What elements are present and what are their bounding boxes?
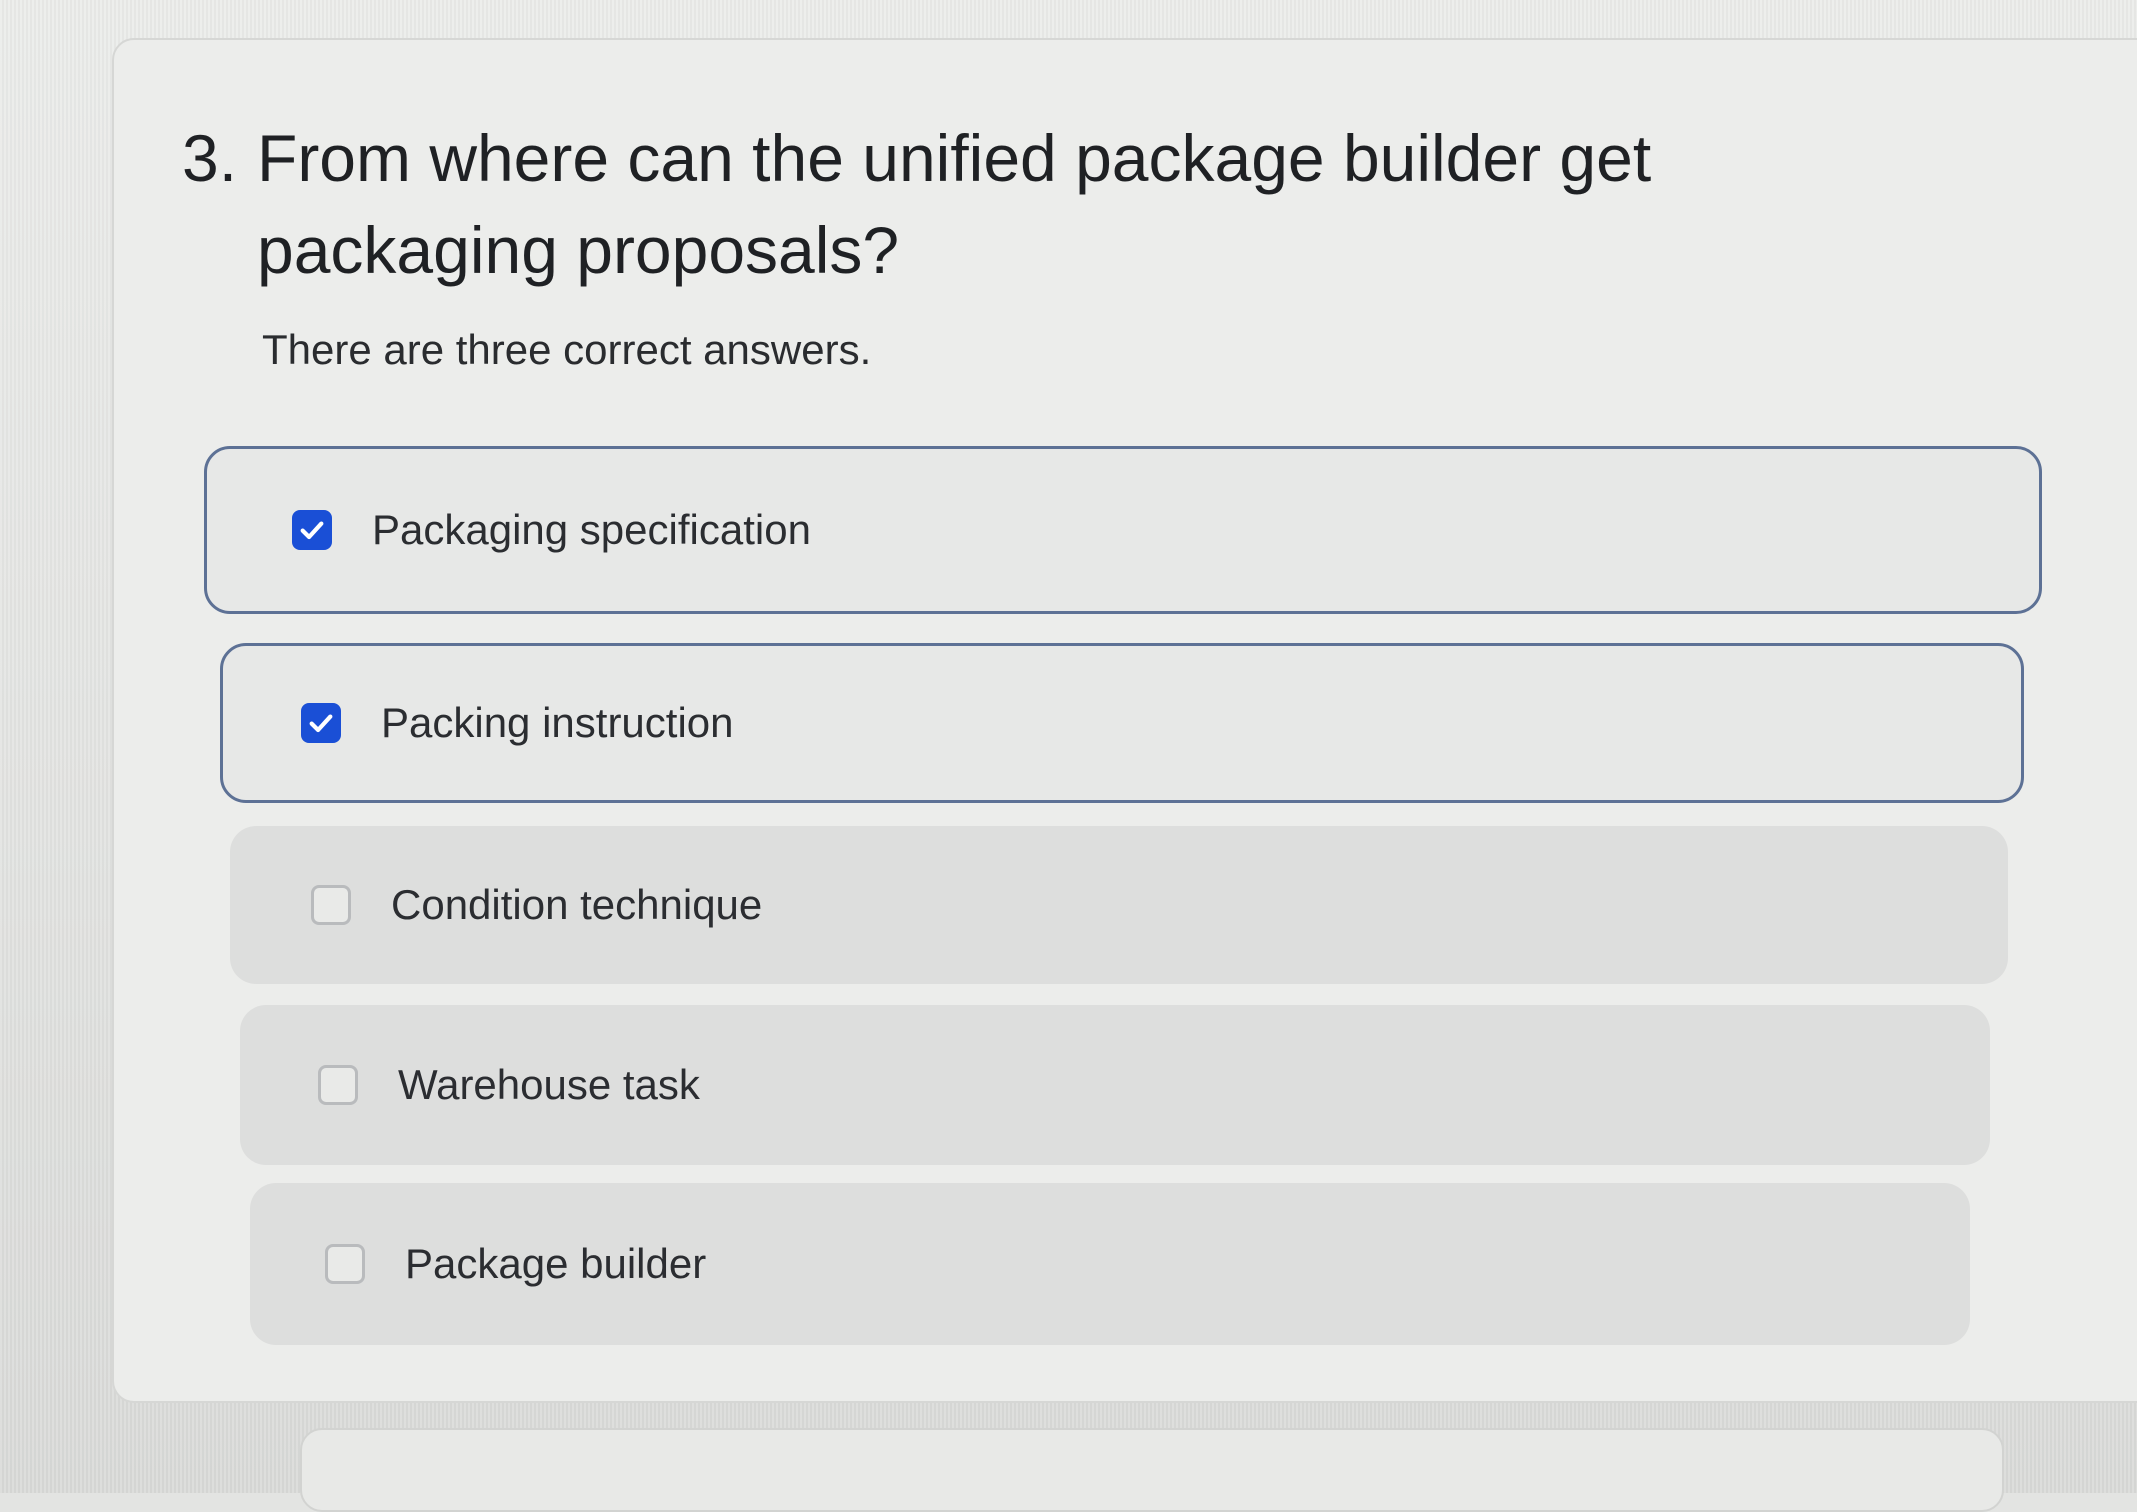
- checkbox-checked[interactable]: [301, 703, 341, 743]
- answer-option-label: Condition technique: [391, 881, 763, 928]
- answer-option-label: Packaging specification: [372, 506, 811, 553]
- checkbox-unchecked[interactable]: [325, 1244, 365, 1284]
- answer-option-packing-instruction[interactable]: Packing instruction: [220, 643, 2024, 803]
- next-question-card: [300, 1428, 2004, 1512]
- answer-option-condition-technique[interactable]: Condition technique: [230, 826, 2008, 984]
- question-instruction: There are three correct answers.: [262, 326, 872, 373]
- checkmark-icon: [309, 714, 333, 733]
- checkbox-unchecked[interactable]: [318, 1065, 358, 1105]
- checkmark-icon: [300, 521, 324, 540]
- answer-option-label: Packing instruction: [381, 699, 734, 746]
- checkbox-unchecked[interactable]: [311, 885, 351, 925]
- checkbox-checked[interactable]: [292, 510, 332, 550]
- question-number: 3.: [182, 121, 238, 195]
- answer-option-package-builder[interactable]: Package builder: [250, 1183, 1970, 1345]
- question-heading: 3. From where can the unified package bu…: [182, 112, 1932, 296]
- question-text: From where can the unified package build…: [257, 121, 1652, 287]
- answer-option-warehouse-task[interactable]: Warehouse task: [240, 1005, 1990, 1165]
- answer-option-label: Package builder: [405, 1240, 707, 1287]
- answer-option-label: Warehouse task: [398, 1061, 700, 1108]
- answer-option-packaging-specification[interactable]: Packaging specification: [204, 446, 2042, 614]
